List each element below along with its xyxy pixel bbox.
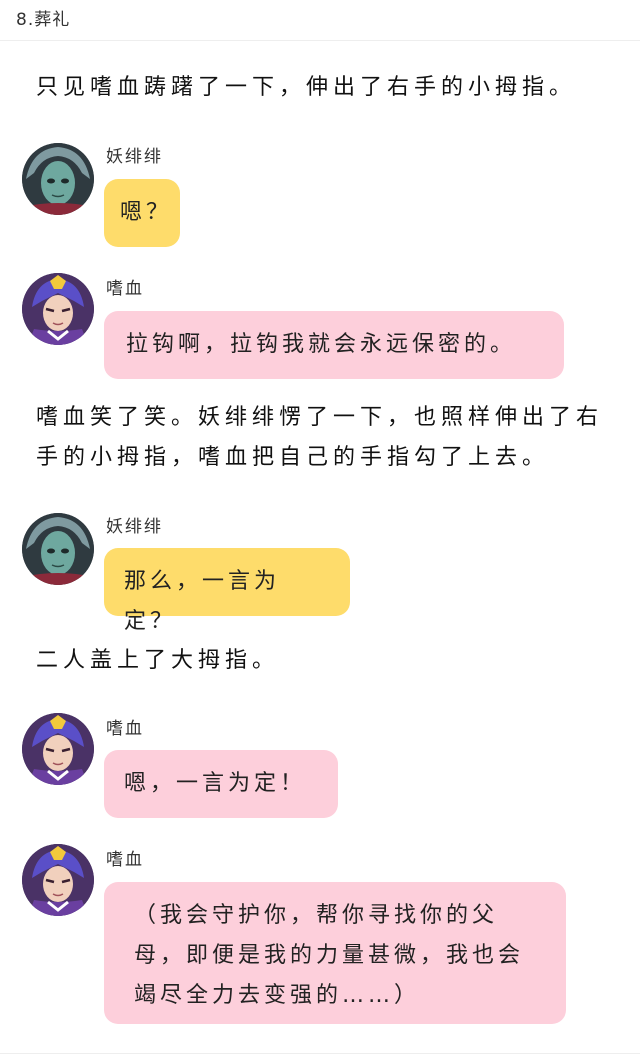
shi-avatar-icon[interactable] xyxy=(22,713,94,785)
chapter-title: 8.葬礼 xyxy=(16,10,71,30)
yao-avatar-icon[interactable] xyxy=(22,143,94,215)
chapter-header: 8.葬礼 xyxy=(0,0,640,41)
narration-text: 嗜血笑了笑。妖绯绯愣了一下，也照样伸出了右手的小拇指，嗜血把自己的手指勾了上去。 xyxy=(36,405,604,470)
speaker-name: 妖绯绯 xyxy=(106,147,163,167)
yao-avatar-icon[interactable] xyxy=(22,513,94,585)
narration-text: 二人盖上了大拇指。 xyxy=(36,648,280,673)
speaker-name: 妖绯绯 xyxy=(106,517,163,537)
speaker-name: 嗜血 xyxy=(106,279,144,299)
message-bubble: 拉钩啊，拉钩我就会永远保密的。 xyxy=(104,311,564,379)
message-bubble: （我会守护你，帮你寻找你的父母，即便是我的力量甚微，我也会竭尽全力去变强的……） xyxy=(104,882,566,1024)
shi-avatar-icon[interactable] xyxy=(22,273,94,345)
message-bubble: 嗯？ xyxy=(104,179,180,247)
speaker-name: 嗜血 xyxy=(106,719,144,739)
bottom-divider xyxy=(0,1053,640,1054)
message-bubble: 嗯，一言为定！ xyxy=(104,750,338,818)
speaker-name: 嗜血 xyxy=(106,850,144,870)
shi-avatar-icon[interactable] xyxy=(22,844,94,916)
message-bubble: 那么，一言为定？ xyxy=(104,548,350,634)
narration-text: 只见嗜血踌躇了一下，伸出了右手的小拇指。 xyxy=(36,75,577,100)
